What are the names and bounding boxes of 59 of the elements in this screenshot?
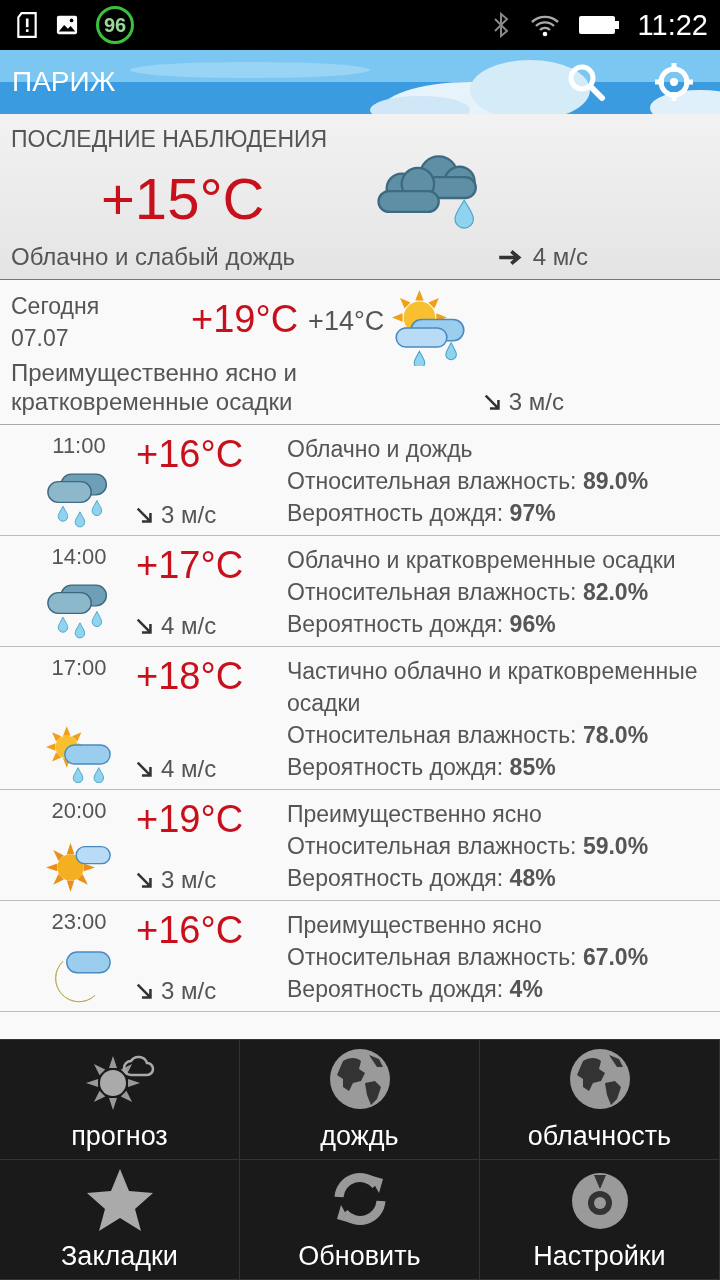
hour-temperature: +18°C: [136, 655, 245, 698]
wind-speed: 4 м/с: [161, 612, 217, 640]
wind-speed: 4 м/с: [532, 243, 588, 271]
sun-cloud-rain-icon: [46, 726, 112, 783]
rain-chance-text: Вероятность дождя: 85%: [287, 753, 557, 782]
battery-percent-badge: 96: [96, 6, 134, 44]
clock: 11:22: [637, 8, 708, 42]
wind-speed: 3 м/с: [161, 866, 217, 894]
wind-speed: 3 м/с: [161, 977, 217, 1005]
hour-temperature: +19°C: [136, 798, 245, 841]
day-condition: Преимущественно ясно и кратковременные осадки: [11, 358, 298, 416]
search-icon[interactable]: [566, 62, 606, 102]
current-condition: Облачно и слабый дождь: [11, 243, 296, 271]
menu-item[interactable]: Настройки: [480, 1160, 720, 1280]
menu-item[interactable]: Закладки: [0, 1160, 240, 1280]
menu-item[interactable]: дождь: [240, 1040, 480, 1160]
high-temperature: +19°C: [191, 298, 299, 341]
menu-item[interactable]: прогноз: [0, 1040, 240, 1160]
down-right-arrow-icon: [136, 617, 153, 635]
hour-condition: Преимущественно ясно: [287, 911, 543, 940]
wind-speed: 3 м/с: [161, 501, 217, 529]
hour-label: 17:00: [51, 655, 107, 681]
menu-item[interactable]: облачность: [480, 1040, 720, 1160]
rain-chance-text: Вероятность дождя: 48%: [287, 864, 557, 893]
section-heading: ПОСЛЕДНИЕ НАБЛЮДЕНИЯ: [11, 126, 329, 153]
wind-speed: 3 м/с: [508, 388, 564, 416]
rain-chance-text: Вероятность дождя: 97%: [287, 499, 557, 528]
down-right-arrow-icon: [136, 982, 153, 1000]
hour-temperature: +17°C: [136, 544, 245, 587]
hour-label: 14:00: [51, 544, 107, 570]
humidity-text: Относительная влажность: 89.0%: [287, 467, 650, 496]
day-label: Сегодня: [11, 292, 101, 321]
down-right-arrow-icon: [136, 760, 153, 778]
humidity-text: Относительная влажность: 59.0%: [287, 832, 650, 861]
hour-condition: Облачно и кратковременные осадки: [287, 546, 677, 575]
hour-condition: Частично облачно и кратковременные осадки: [287, 657, 699, 718]
hour-temperature: +16°C: [136, 909, 245, 952]
hour-label: 11:00: [52, 433, 106, 459]
menu-item[interactable]: Обновить: [240, 1160, 480, 1280]
hour-label: 23:00: [51, 909, 107, 935]
date-label: 07.07: [11, 324, 70, 353]
down-right-arrow-icon: [136, 506, 153, 524]
current-temperature: +15°C: [101, 164, 265, 232]
locate-icon[interactable]: [654, 62, 694, 102]
rain-chance-text: Вероятность дождя: 4%: [287, 975, 544, 1004]
down-right-arrow-icon: [136, 871, 153, 889]
humidity-text: Относительная влажность: 78.0%: [287, 721, 650, 750]
hour-condition: Преимущественно ясно: [287, 800, 543, 829]
hour-label: 20:00: [51, 798, 107, 824]
wind-speed: 4 м/с: [161, 755, 217, 783]
humidity-text: Относительная влажность: 82.0%: [287, 578, 650, 607]
low-temperature: +14°C: [308, 306, 385, 337]
humidity-text: Относительная влажность: 67.0%: [287, 943, 650, 972]
hour-condition: Облачно и дождь: [287, 435, 474, 464]
down-right-arrow-icon: [483, 393, 501, 411]
rain-chance-text: Вероятность дождя: 96%: [287, 610, 557, 639]
hour-temperature: +16°C: [136, 433, 245, 476]
sd-card-alert-icon: [16, 12, 38, 38]
city-title: ПАРИЖ: [12, 66, 117, 98]
